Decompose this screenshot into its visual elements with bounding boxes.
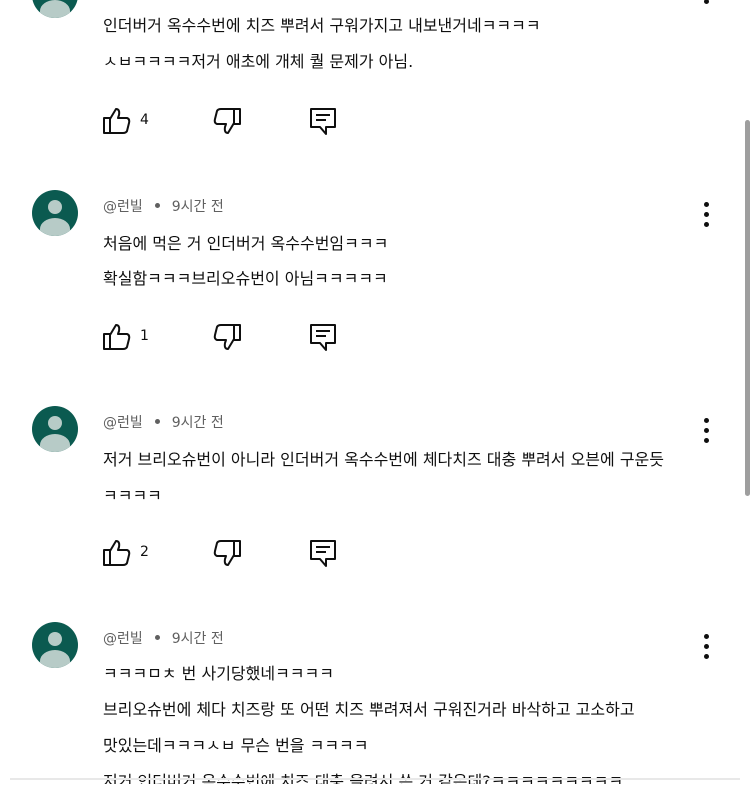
like-count: 1 xyxy=(140,328,149,344)
comment-actions: 4 xyxy=(100,104,360,138)
divider xyxy=(10,778,740,780)
comment-text-line: 브리오슈번에 체다 치즈랑 또 어떤 치즈 뿌려져서 구워진거라 바삭하고 고소… xyxy=(103,700,635,719)
comment-meta: @런빌 9시간 전 xyxy=(103,412,224,432)
author-handle[interactable]: @런빌 xyxy=(103,415,143,431)
scrollbar[interactable] xyxy=(745,120,750,496)
comment-text-line: 저거 인더버거 옥수수번에 치즈 대충 올려서 쓴 거 같은데?ㅋㅋㅋㅋㅋㅋㅋㅋ… xyxy=(103,772,624,791)
thumbs-down-icon xyxy=(213,540,241,566)
thumbs-up-icon xyxy=(103,324,131,350)
comment-time: 9시간 전 xyxy=(171,415,224,431)
like-count: 2 xyxy=(140,544,149,560)
comment-text-line: 인더버거 옥수수번에 치즈 뿌려서 구워가지고 내보낸거네ㅋㅋㅋㅋ xyxy=(103,16,541,35)
like-button[interactable] xyxy=(100,536,134,570)
reply-button[interactable] xyxy=(306,104,340,138)
more-vert-icon[interactable] xyxy=(698,200,716,230)
thumbs-down-icon xyxy=(213,324,241,350)
comment-text-line: 확실함ㅋㅋㅋ브리오슈번이 아님ㅋㅋㅋㅋㅋ xyxy=(103,269,388,288)
dislike-button[interactable] xyxy=(210,536,244,570)
dislike-button[interactable] xyxy=(210,104,244,138)
avatar[interactable] xyxy=(32,406,78,452)
avatar[interactable] xyxy=(32,190,78,236)
reply-icon xyxy=(310,108,336,135)
like-count: 4 xyxy=(140,112,149,128)
more-vert-icon[interactable] xyxy=(698,632,716,662)
comment-time: 9시간 전 xyxy=(171,631,224,647)
reply-button[interactable] xyxy=(306,320,340,354)
comment-text-line: 저거 브리오슈번이 아니라 인더버거 옥수수번에 체다치즈 대충 뿌려서 오븐에… xyxy=(103,450,664,469)
comment-actions: 1 xyxy=(100,320,360,354)
more-vert-icon[interactable] xyxy=(698,416,716,446)
thumbs-up-icon xyxy=(103,108,131,134)
comment-text-line: ㅅㅂㅋㅋㅋㅋ저거 애초에 개체 퀄 문제가 아님. xyxy=(103,52,414,71)
more-vert-icon[interactable] xyxy=(698,0,716,16)
avatar[interactable] xyxy=(32,0,78,18)
comment-meta: @런빌 9시간 전 xyxy=(103,628,224,648)
comment-text-line: ㅋㅋㅋㅁㅊ 번 사기당했네ㅋㅋㅋㅋ xyxy=(103,664,334,683)
author-handle[interactable]: @런빌 xyxy=(103,199,143,215)
comment-meta: @런빌 9시간 전 xyxy=(103,196,224,216)
comment-text-line: ㅋㅋㅋㅋ xyxy=(103,486,162,505)
comment-time: 9시간 전 xyxy=(171,199,224,215)
reply-button[interactable] xyxy=(306,536,340,570)
reply-icon xyxy=(310,324,336,351)
like-button[interactable] xyxy=(100,320,134,354)
thumbs-up-icon xyxy=(103,540,131,566)
comment-actions: 2 xyxy=(100,536,360,570)
comment-text-line: 처음에 먹은 거 인더버거 옥수수번임ㅋㅋㅋ xyxy=(103,234,389,253)
reply-icon xyxy=(310,540,336,567)
dislike-button[interactable] xyxy=(210,320,244,354)
avatar[interactable] xyxy=(32,622,78,668)
comment-text-line: 맛있는데ㅋㅋㅋㅅㅂ 무슨 번을 ㅋㅋㅋㅋ xyxy=(103,736,369,755)
like-button[interactable] xyxy=(100,104,134,138)
author-handle[interactable]: @런빌 xyxy=(103,631,143,647)
thumbs-down-icon xyxy=(213,108,241,134)
